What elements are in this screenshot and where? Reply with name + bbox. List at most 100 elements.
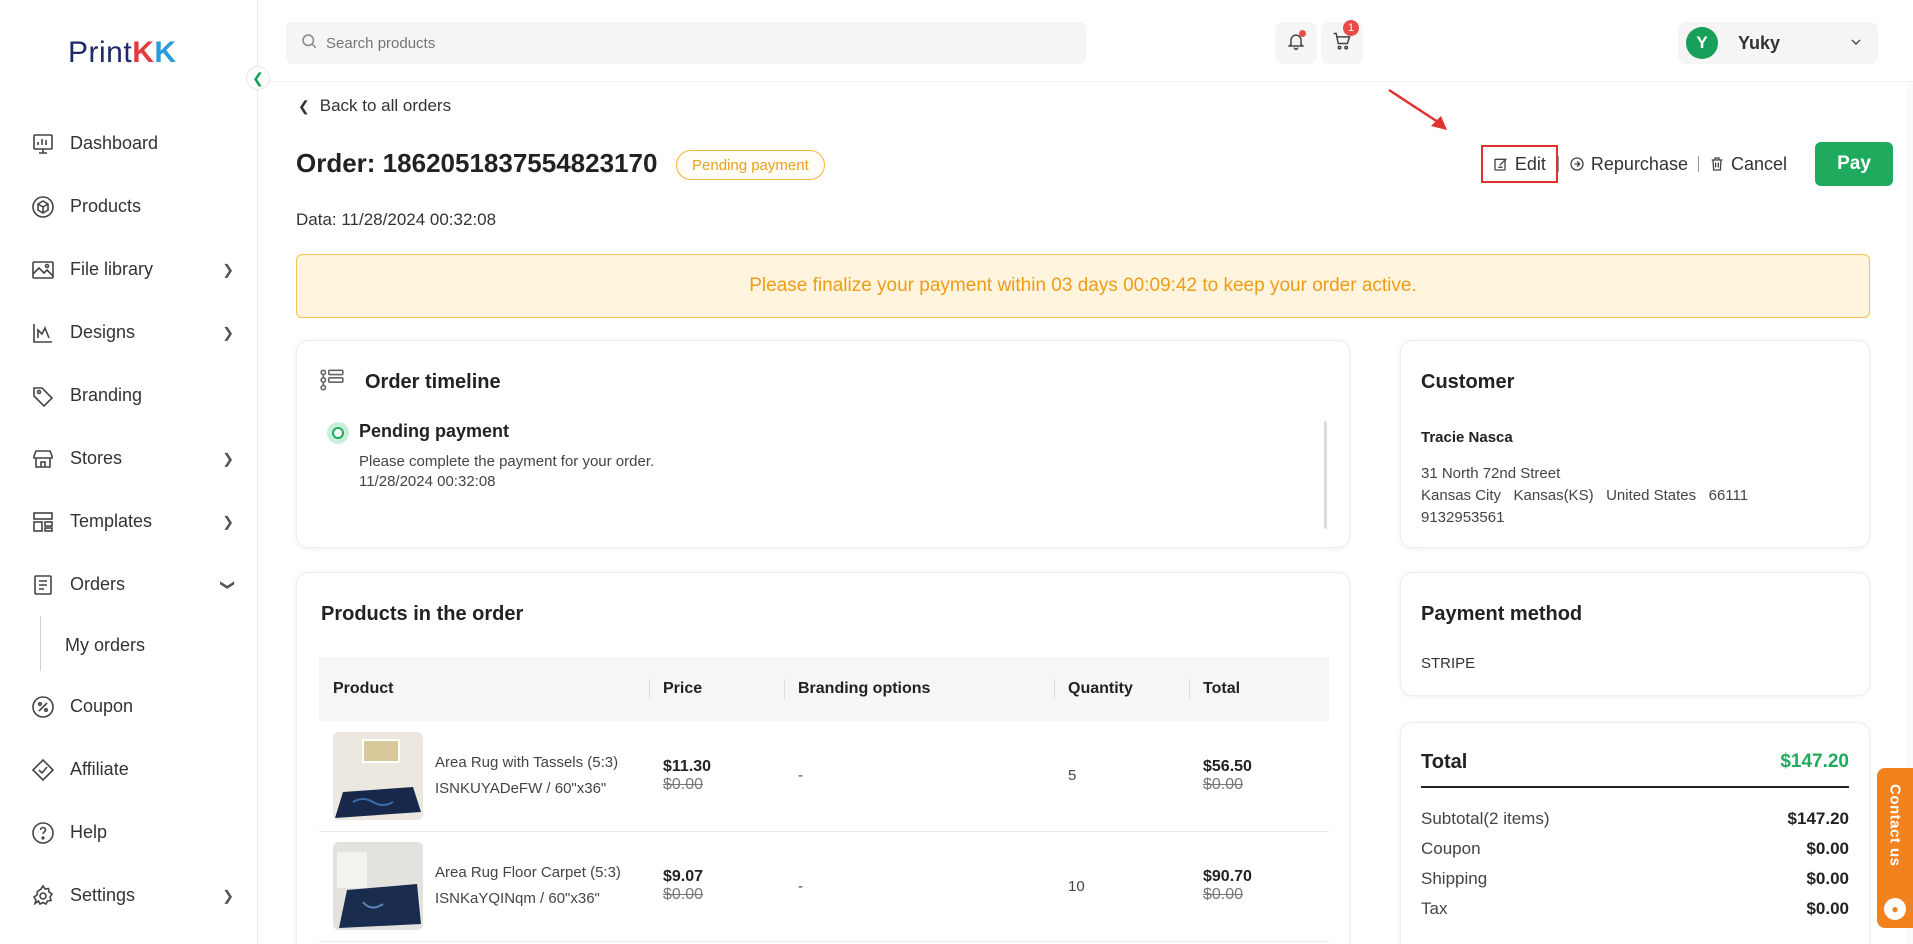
- search-bar[interactable]: [286, 22, 1086, 64]
- sidebar-item-stores[interactable]: Stores ❯: [0, 427, 258, 490]
- sidebar-item-help[interactable]: Help: [0, 801, 258, 864]
- cancel-button[interactable]: Cancel: [1699, 145, 1797, 183]
- repurchase-label: Repurchase: [1590, 153, 1688, 174]
- order-detail-main: ❮ Back to all orders Order: 186205183755…: [258, 82, 1913, 944]
- product-name[interactable]: Area Rug Floor Carpet (5:3): [435, 860, 621, 886]
- summary-value: $0.00: [1806, 869, 1849, 888]
- store-icon: [30, 446, 56, 472]
- sidebar-item-label: Designs: [70, 322, 136, 342]
- quantity-cell: 5: [1054, 721, 1189, 832]
- column-header: Price: [649, 657, 784, 721]
- product-sku: ISNKaYQINqm / 60"x36": [435, 890, 600, 907]
- cancel-label: Cancel: [1730, 153, 1787, 174]
- top-header: 1 Y Yuky: [258, 0, 1913, 82]
- column-header: Total: [1189, 657, 1329, 721]
- sidebar-item-label: Branding: [70, 385, 143, 405]
- repurchase-button[interactable]: Repurchase: [1559, 145, 1698, 183]
- quantity-cell: 10: [1054, 831, 1189, 942]
- edit-icon: [1493, 156, 1509, 172]
- sidebar-collapse-button[interactable]: ❮: [246, 66, 270, 90]
- sidebar-item-branding[interactable]: Branding: [0, 364, 258, 427]
- timeline-header: Order timeline: [319, 367, 501, 398]
- product-cell: Area Rug Floor Carpet (5:3) ISNKaYQINqm …: [319, 831, 649, 942]
- customer-name: Tracie Nasca: [1421, 429, 1513, 446]
- trash-icon: [1709, 156, 1725, 172]
- order-date: Data: 11/28/2024 00:32:08: [296, 210, 497, 229]
- timeline-status: Pending payment: [359, 421, 510, 441]
- tax-row: Tax $0.00: [1421, 899, 1849, 919]
- template-icon: [30, 509, 56, 535]
- affiliate-icon: [30, 757, 56, 783]
- customer-phone: 9132953561: [1421, 509, 1505, 526]
- table-header-row: Product Price Branding options Quantity …: [319, 657, 1329, 721]
- branding-cell: -: [784, 831, 1054, 942]
- sidebar-nav: Dashboard Products File library ❯ Design…: [0, 112, 258, 927]
- products-title: Products in the order: [321, 603, 524, 625]
- summary-label: Shipping: [1421, 869, 1488, 888]
- sidebar-item-orders[interactable]: Orders ❯: [0, 553, 258, 616]
- annotation-arrow-icon: [1388, 88, 1447, 130]
- customer-title: Customer: [1421, 371, 1515, 393]
- back-label: Back to all orders: [319, 96, 452, 115]
- product-total: $56.50: [1203, 757, 1252, 775]
- chevron-down-icon: [1848, 34, 1864, 55]
- column-header: Quantity: [1054, 657, 1189, 721]
- sidebar-item-templates[interactable]: Templates ❯: [0, 490, 258, 553]
- sidebar-item-my-orders[interactable]: My orders: [0, 616, 258, 675]
- sidebar-item-settings[interactable]: Settings ❯: [0, 864, 258, 927]
- sidebar-item-coupon[interactable]: Coupon: [0, 675, 258, 738]
- page-title: Order: 1862051837554823170: [296, 148, 658, 178]
- product-sku: ISNKUYADeFW / 60"x36": [435, 779, 607, 797]
- repurchase-icon: [1569, 156, 1585, 172]
- subtotal-row: Subtotal(2 items) $147.20: [1421, 809, 1849, 829]
- sidebar-item-designs[interactable]: Designs ❯: [0, 301, 258, 364]
- edit-button[interactable]: Edit: [1480, 145, 1558, 183]
- total-cell: $56.50 $0.00: [1189, 721, 1329, 832]
- sidebar-item-label: Dashboard: [70, 133, 159, 153]
- user-menu[interactable]: Y Yuky: [1678, 22, 1878, 64]
- pay-button[interactable]: Pay: [1815, 142, 1893, 186]
- status-badge: Pending payment: [676, 150, 825, 180]
- payment-method-value: STRIPE: [1421, 655, 1476, 672]
- payment-title: Payment method: [1421, 603, 1583, 625]
- timeline-scrollbar[interactable]: [1324, 421, 1327, 529]
- sidebar-item-affiliate[interactable]: Affiliate: [0, 738, 258, 801]
- product-total-old: $0.00: [1203, 775, 1244, 793]
- sidebar-item-label: My orders: [65, 635, 146, 655]
- customer-city-line: Kansas City Kansas(KS) United States 661…: [1421, 487, 1749, 504]
- contact-us-button[interactable]: Contact us ●: [1877, 768, 1913, 928]
- sidebar: PrintKK Dashboard Products File library …: [0, 0, 258, 944]
- sidebar-item-products[interactable]: Products: [0, 175, 258, 238]
- summary-label: Tax: [1421, 899, 1448, 918]
- search-input[interactable]: [326, 34, 1026, 52]
- printkk-logo[interactable]: PrintKK: [68, 36, 177, 70]
- notifications-button[interactable]: [1275, 22, 1317, 64]
- chevron-right-icon: ❯: [222, 450, 234, 466]
- cart-button[interactable]: 1: [1321, 20, 1363, 64]
- cart-count-badge: 1: [1343, 20, 1359, 36]
- total-cell: $90.70 $0.00: [1189, 831, 1329, 942]
- product-thumbnail[interactable]: [333, 842, 423, 930]
- product-thumbnail[interactable]: [333, 731, 423, 820]
- customer-card: Customer Tracie Nasca 31 North 72nd Stre…: [1400, 340, 1870, 548]
- sidebar-item-label: Help: [70, 822, 108, 842]
- product-price-old: $0.00: [663, 886, 704, 903]
- sidebar-item-file-library[interactable]: File library ❯: [0, 238, 258, 301]
- price-cell: $11.30 $0.00: [649, 721, 784, 832]
- table-row: Area Rug Floor Carpet (5:3) ISNKaYQINqm …: [319, 831, 1329, 942]
- sidebar-item-label: Products: [70, 196, 142, 216]
- timeline-title: Order timeline: [365, 371, 501, 393]
- notification-dot: [1299, 30, 1306, 37]
- summary-value: $0.00: [1806, 899, 1849, 918]
- avatar: Y: [1686, 27, 1718, 59]
- chevron-right-icon: ❯: [222, 887, 234, 903]
- back-to-orders-link[interactable]: ❮ Back to all orders: [298, 96, 451, 116]
- sidebar-item-label: Affiliate: [70, 759, 129, 779]
- settings-icon: [30, 883, 56, 909]
- product-name[interactable]: Area Rug with Tassels (5:3): [435, 750, 618, 776]
- sidebar-item-dashboard[interactable]: Dashboard: [0, 112, 258, 175]
- box-icon: [30, 194, 56, 220]
- product-price: $9.07: [663, 868, 704, 885]
- search-icon: [300, 32, 318, 55]
- timeline-description: Please complete the payment for your ord…: [359, 453, 655, 470]
